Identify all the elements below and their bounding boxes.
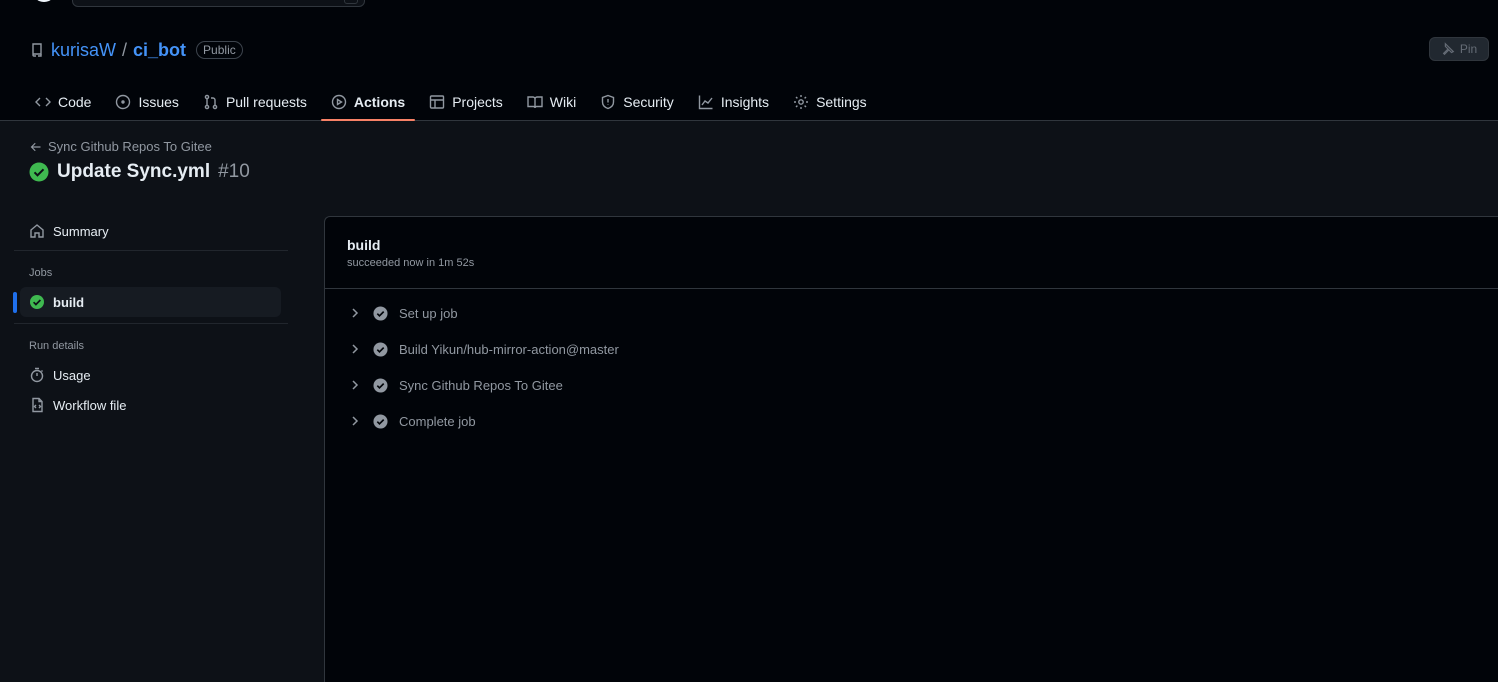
- repo-separator: /: [122, 39, 128, 60]
- step-row[interactable]: Set up job: [325, 295, 1498, 331]
- tab-issues[interactable]: Issues: [105, 84, 188, 120]
- tab-settings[interactable]: Settings: [783, 84, 877, 120]
- workflow-back-link[interactable]: Sync Github Repos To Gitee: [30, 139, 212, 154]
- gear-icon: [794, 95, 809, 109]
- tab-pull-requests[interactable]: Pull requests: [193, 84, 317, 120]
- pull-request-icon: [204, 94, 218, 110]
- run-sidebar: Summary Jobs build Run details Usage Wor…: [13, 216, 288, 420]
- tab-label: Settings: [816, 94, 867, 110]
- repo-name-link[interactable]: ci_bot: [133, 40, 186, 61]
- tab-wiki[interactable]: Wiki: [517, 84, 586, 120]
- chevron-right-icon: [352, 380, 359, 390]
- book-icon: [527, 96, 543, 109]
- arrow-left-icon: [30, 142, 41, 151]
- graph-icon: [698, 95, 713, 110]
- job-log-panel: build succeeded now in 1m 52s Set up job…: [324, 216, 1498, 682]
- stopwatch-icon: [30, 367, 44, 383]
- visibility-badge: Public: [196, 41, 243, 59]
- global-search-input[interactable]: [72, 0, 365, 7]
- repo-title: kurisaW / ci_bot Public: [29, 39, 243, 61]
- job-title: build: [347, 237, 381, 253]
- home-icon: [30, 224, 44, 238]
- workflow-name: Sync Github Repos To Gitee: [48, 139, 212, 154]
- check-circle-icon: [29, 162, 49, 182]
- tab-label: Wiki: [549, 94, 577, 110]
- pin-label: Pin: [1459, 42, 1478, 56]
- global-header: [0, 0, 1498, 22]
- tab-actions[interactable]: Actions: [320, 84, 416, 121]
- tab-label: Security: [623, 94, 674, 110]
- tab-label: Issues: [138, 94, 179, 110]
- step-row[interactable]: Build Yikun/hub-mirror-action@master: [325, 331, 1498, 367]
- divider: [14, 250, 288, 251]
- jobs-heading: Jobs: [29, 267, 53, 279]
- job-header: build succeeded now in 1m 52s: [325, 217, 1498, 289]
- step-row[interactable]: Sync Github Repos To Gitee: [325, 367, 1498, 403]
- repo-owner-link[interactable]: kurisaW: [51, 40, 116, 61]
- step-label: Sync Github Repos To Gitee: [399, 377, 563, 393]
- sidebar-item-build[interactable]: build: [13, 287, 281, 317]
- run-number: #10: [218, 161, 250, 182]
- play-icon: [331, 94, 347, 110]
- divider: [14, 323, 288, 324]
- chevron-right-icon: [352, 344, 359, 354]
- tab-label: Insights: [720, 94, 770, 110]
- issue-icon: [116, 94, 131, 110]
- sidebar-item-label: Summary: [53, 223, 109, 239]
- repo-header: kurisaW / ci_bot Public Pin Code Issues …: [0, 22, 1498, 121]
- tab-security[interactable]: Security: [590, 84, 684, 120]
- sidebar-item-label: Workflow file: [53, 397, 127, 413]
- code-icon: [35, 97, 51, 107]
- chevron-right-icon: [352, 308, 359, 318]
- tab-projects[interactable]: Projects: [419, 84, 513, 120]
- job-steps: Set up job Build Yikun/hub-mirror-action…: [325, 289, 1498, 439]
- chevron-right-icon: [352, 416, 359, 426]
- step-label: Complete job: [399, 413, 476, 429]
- step-label: Set up job: [399, 305, 458, 321]
- table-icon: [430, 95, 445, 109]
- pin-icon: [1442, 42, 1455, 56]
- github-logo-icon[interactable]: [30, 0, 58, 6]
- file-code-icon: [32, 397, 43, 413]
- run-title: Update Sync.yml #10: [29, 161, 250, 183]
- repo-icon: [32, 43, 42, 57]
- sidebar-item-label: Usage: [53, 367, 91, 383]
- check-circle-icon: [30, 295, 44, 309]
- sidebar-item-usage[interactable]: Usage: [14, 360, 288, 390]
- tab-label: Actions: [353, 94, 406, 110]
- tab-label: Code: [58, 94, 92, 110]
- check-circle-icon: [373, 341, 388, 357]
- run-details-heading: Run details: [29, 340, 85, 352]
- tab-code[interactable]: Code: [25, 84, 101, 120]
- step-label: Build Yikun/hub-mirror-action@master: [399, 341, 619, 357]
- sidebar-item-label: build: [53, 294, 85, 310]
- sidebar-item-summary[interactable]: Summary: [14, 216, 288, 246]
- check-circle-icon: [373, 305, 388, 321]
- tab-label: Pull requests: [225, 94, 307, 110]
- check-circle-icon: [373, 413, 388, 429]
- sidebar-item-workflow-file[interactable]: Workflow file: [14, 390, 288, 420]
- run-title-text: Update Sync.yml: [57, 161, 211, 182]
- job-status: succeeded now in 1m 52s: [347, 257, 475, 269]
- tab-label: Projects: [452, 94, 503, 110]
- shield-icon: [602, 94, 615, 110]
- slash-shortcut-icon: [344, 0, 358, 4]
- pin-button[interactable]: Pin: [1429, 37, 1489, 61]
- step-row[interactable]: Complete job: [325, 403, 1498, 439]
- check-circle-icon: [373, 377, 388, 393]
- tab-insights[interactable]: Insights: [688, 84, 779, 120]
- repo-tabs: Code Issues Pull requests Actions Projec…: [25, 84, 881, 121]
